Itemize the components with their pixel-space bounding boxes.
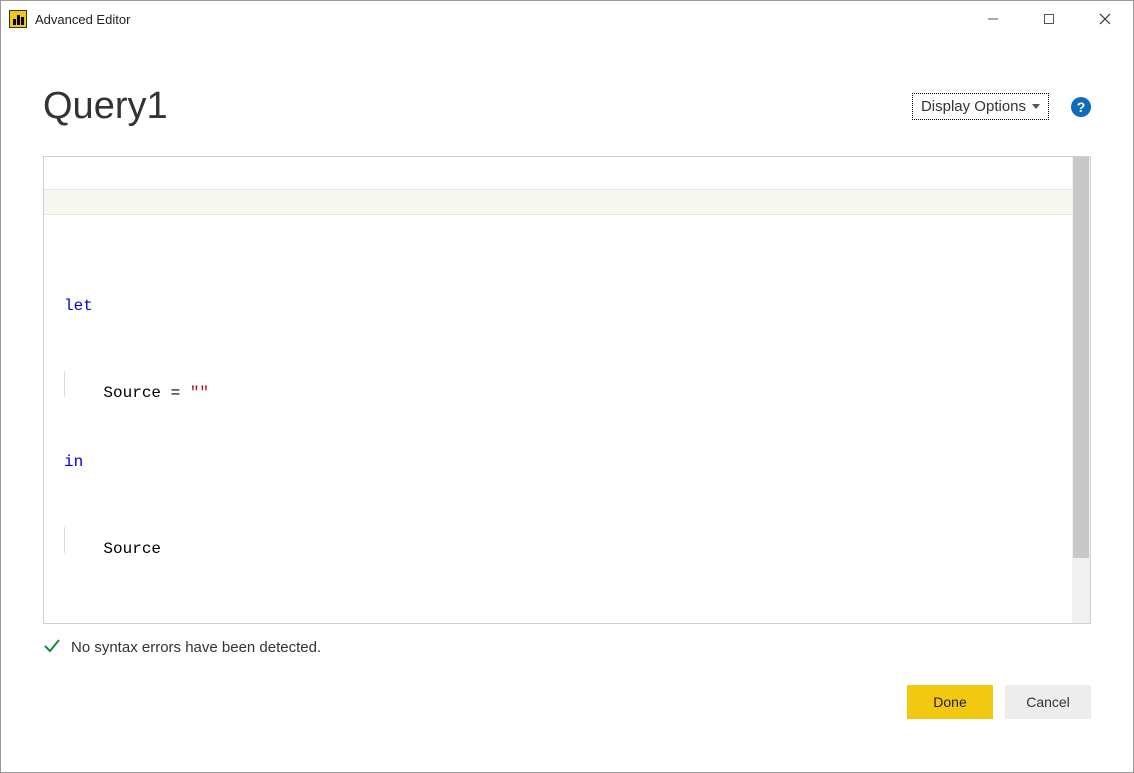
header-right: Display Options ? [912, 93, 1091, 120]
code-text: let Source = "" in Source [64, 241, 1052, 605]
keyword-in: in [64, 453, 83, 471]
code-identifier: Source = [103, 384, 189, 402]
current-line-highlight [44, 189, 1072, 215]
minimize-button[interactable] [965, 1, 1021, 37]
code-editor[interactable]: let Source = "" in Source [43, 156, 1091, 624]
header-row: Query1 Display Options ? [43, 85, 1091, 128]
display-options-label: Display Options [921, 98, 1026, 115]
close-button[interactable] [1077, 1, 1133, 37]
query-title: Query1 [43, 85, 168, 128]
chevron-down-icon [1032, 104, 1040, 109]
window-controls [965, 1, 1133, 37]
checkmark-icon [43, 636, 61, 659]
code-identifier: Source [103, 540, 161, 558]
titlebar: Advanced Editor [1, 1, 1133, 37]
content-area: Query1 Display Options ? let Source = ""… [1, 37, 1133, 772]
footer-buttons: Done Cancel [43, 685, 1091, 719]
code-pane[interactable]: let Source = "" in Source [44, 157, 1072, 623]
vertical-scrollbar[interactable] [1072, 157, 1090, 623]
keyword-let: let [64, 297, 93, 315]
window-title: Advanced Editor [35, 12, 130, 27]
maximize-button[interactable] [1021, 1, 1077, 37]
titlebar-left: Advanced Editor [9, 10, 130, 28]
display-options-dropdown[interactable]: Display Options [912, 93, 1049, 120]
scrollbar-thumb[interactable] [1073, 157, 1089, 558]
help-icon[interactable]: ? [1071, 97, 1091, 117]
powerbi-app-icon [9, 10, 27, 28]
done-button[interactable]: Done [907, 685, 993, 719]
code-string: "" [190, 384, 209, 402]
cancel-button[interactable]: Cancel [1005, 685, 1091, 719]
